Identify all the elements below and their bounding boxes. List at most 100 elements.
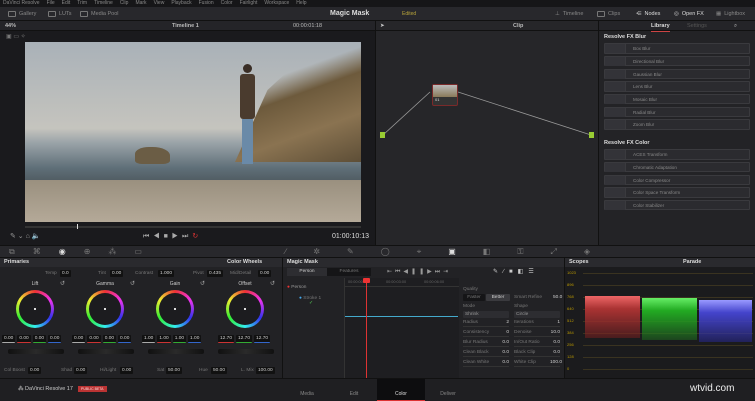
source-input[interactable] bbox=[380, 132, 385, 138]
param-value[interactable]: 100.0 bbox=[550, 360, 562, 365]
wheel-value[interactable]: 1.00 bbox=[188, 335, 202, 343]
wheel-value[interactable]: 0.00 bbox=[2, 335, 16, 343]
lum-mix-field[interactable]: 100.00 bbox=[256, 367, 275, 374]
page-edit[interactable]: Edit bbox=[330, 379, 378, 401]
param-value[interactable]: 0.0 bbox=[499, 340, 509, 345]
master-wheel-slider[interactable] bbox=[78, 349, 134, 354]
param-value[interactable]: 10.0 bbox=[550, 330, 560, 335]
wheel-value[interactable]: 12.70 bbox=[254, 335, 271, 343]
reset-icon[interactable]: ↺ bbox=[270, 280, 275, 287]
fx-item[interactable]: Gaussian Blur bbox=[604, 68, 750, 80]
output-node[interactable] bbox=[589, 132, 594, 138]
scope-mode-select[interactable]: Parade bbox=[683, 258, 701, 267]
col-boost-field[interactable]: 0.00 bbox=[28, 367, 42, 374]
param-value[interactable]: 0.0 bbox=[550, 340, 560, 345]
mid-detail-field[interactable]: 0.00 bbox=[258, 270, 272, 277]
fx-item[interactable]: Chromatic Adaptation bbox=[604, 161, 750, 173]
playhead-handle[interactable] bbox=[363, 278, 370, 283]
fx-item[interactable]: Color Stabilizer bbox=[604, 199, 750, 211]
palette-icons-right[interactable]: ∕ ✲ ✎ ◯ ⌖ ▣ ◧ ⚿ ⤢ ◈ bbox=[285, 247, 590, 257]
color-wheel[interactable] bbox=[156, 290, 194, 328]
tab-person[interactable]: Person bbox=[287, 268, 327, 276]
menu-fusion[interactable]: Fusion bbox=[199, 0, 214, 7]
page-media[interactable]: Media bbox=[283, 379, 331, 401]
fx-item[interactable]: Mosaic Blur bbox=[604, 93, 750, 105]
wheel-value[interactable]: 0.00 bbox=[17, 335, 31, 343]
menu-view[interactable]: View bbox=[154, 0, 165, 7]
reset-icon[interactable]: ↺ bbox=[130, 280, 135, 287]
master-wheel-slider[interactable] bbox=[218, 349, 274, 354]
stroke-tools[interactable]: ✎∕■◧☰ bbox=[493, 268, 539, 275]
contrast-field[interactable]: 1.000 bbox=[158, 270, 175, 277]
transport-controls[interactable]: ⏮◀■▶⏭↻ bbox=[143, 232, 202, 241]
param-value[interactable]: 0.0 bbox=[499, 360, 509, 365]
tab-settings[interactable]: Settings bbox=[687, 21, 707, 31]
gallery-button[interactable]: Gallery bbox=[8, 9, 36, 19]
pivot-field[interactable]: 0.435 bbox=[207, 270, 224, 277]
quality-better[interactable]: Better bbox=[486, 294, 510, 301]
node-editor[interactable]: ➤ Clip 01 bbox=[375, 21, 598, 245]
wheel-value[interactable]: 1.00 bbox=[157, 335, 171, 343]
clips-button[interactable]: Clips bbox=[597, 9, 620, 19]
hi-light-field[interactable]: 0.00 bbox=[120, 367, 134, 374]
open-fx-button[interactable]: ◎ Open FX bbox=[674, 9, 704, 19]
menu-playback[interactable]: Playback bbox=[171, 0, 191, 7]
param-value[interactable]: 0 bbox=[499, 330, 509, 335]
quality-faster[interactable]: Faster bbox=[463, 294, 485, 301]
tab-features[interactable]: Features bbox=[329, 268, 369, 276]
menu-mark[interactable]: Mark bbox=[135, 0, 146, 7]
color-wheel[interactable] bbox=[226, 290, 264, 328]
master-wheel-slider[interactable] bbox=[148, 349, 204, 354]
sat-field[interactable]: 50.00 bbox=[166, 367, 183, 374]
wheel-value[interactable]: 0.00 bbox=[32, 335, 47, 343]
hue-field[interactable]: 50.00 bbox=[211, 367, 228, 374]
menu-app[interactable]: DaVinci Resolve bbox=[3, 0, 40, 7]
fx-item[interactable]: Radial Blur bbox=[604, 106, 750, 118]
shape-select[interactable]: Circle bbox=[514, 311, 560, 318]
fx-item[interactable]: Color Space Transform bbox=[604, 187, 750, 198]
param-value[interactable]: 2 bbox=[499, 320, 509, 325]
param-value[interactable]: 0.0 bbox=[550, 350, 560, 355]
fx-item[interactable]: Box Blur bbox=[604, 43, 750, 54]
reset-icon[interactable]: ↺ bbox=[60, 280, 65, 287]
wheel-value[interactable]: 1.00 bbox=[172, 335, 187, 343]
timeline-select[interactable]: Timeline 1 bbox=[172, 21, 199, 31]
menu-trim[interactable]: Trim bbox=[77, 0, 87, 7]
nodes-button[interactable]: ⋲ Nodes bbox=[636, 9, 660, 19]
timeline-button[interactable]: ⊥ Timeline bbox=[555, 9, 583, 19]
menu-timeline[interactable]: Timeline bbox=[94, 0, 113, 7]
wheel-value[interactable]: 0.00 bbox=[102, 335, 117, 343]
corrector-node[interactable]: 01 bbox=[432, 84, 458, 106]
tab-library[interactable]: Library bbox=[651, 21, 670, 32]
page-deliver[interactable]: Deliver bbox=[424, 379, 472, 401]
mask-timeline[interactable]: 00:00:00:00 00:00:03:00 00:00:06:00 bbox=[345, 278, 459, 378]
color-wheel[interactable] bbox=[16, 290, 54, 328]
reset-icon[interactable]: ↺ bbox=[200, 280, 205, 287]
viewer-tools[interactable]: ✎ ⌄ ⌂ 🔈 bbox=[10, 232, 41, 240]
lightbox-button[interactable]: ▦ Lightbox bbox=[716, 9, 745, 19]
menu-workspace[interactable]: Workspace bbox=[264, 0, 289, 7]
mode-select[interactable]: Shrink bbox=[463, 311, 509, 318]
shad-field[interactable]: 0.00 bbox=[74, 367, 88, 374]
wheel-value[interactable]: 12.70 bbox=[218, 335, 235, 343]
search-icon[interactable]: ⌕ bbox=[734, 21, 737, 31]
viewer-mode-icons[interactable]: ▣ ▭ ✧ bbox=[0, 31, 375, 42]
color-wheel[interactable] bbox=[86, 290, 124, 328]
scrubber-playhead[interactable] bbox=[77, 224, 78, 229]
fx-item[interactable]: Lens Blur bbox=[604, 81, 750, 92]
menu-edit[interactable]: Edit bbox=[62, 0, 71, 7]
temp-field[interactable]: 0.0 bbox=[60, 270, 71, 277]
fx-item[interactable]: Zoom Blur bbox=[604, 119, 750, 130]
media-pool-button[interactable]: Media Pool bbox=[80, 9, 119, 19]
luts-button[interactable]: LUTs bbox=[48, 9, 72, 19]
menu-help[interactable]: Help bbox=[296, 0, 306, 7]
param-value[interactable]: 0.0 bbox=[499, 350, 509, 355]
menu-file[interactable]: File bbox=[47, 0, 55, 7]
fx-item[interactable]: ACES Transform bbox=[604, 149, 750, 160]
wheel-value[interactable]: 0.00 bbox=[48, 335, 62, 343]
wheels-mode-select[interactable]: Color Wheels bbox=[227, 258, 262, 267]
master-wheel-slider[interactable] bbox=[8, 349, 64, 354]
fx-item[interactable]: Directional Blur bbox=[604, 55, 750, 67]
tint-field[interactable]: 0.00 bbox=[110, 270, 124, 277]
wheel-value[interactable]: 0.00 bbox=[87, 335, 101, 343]
